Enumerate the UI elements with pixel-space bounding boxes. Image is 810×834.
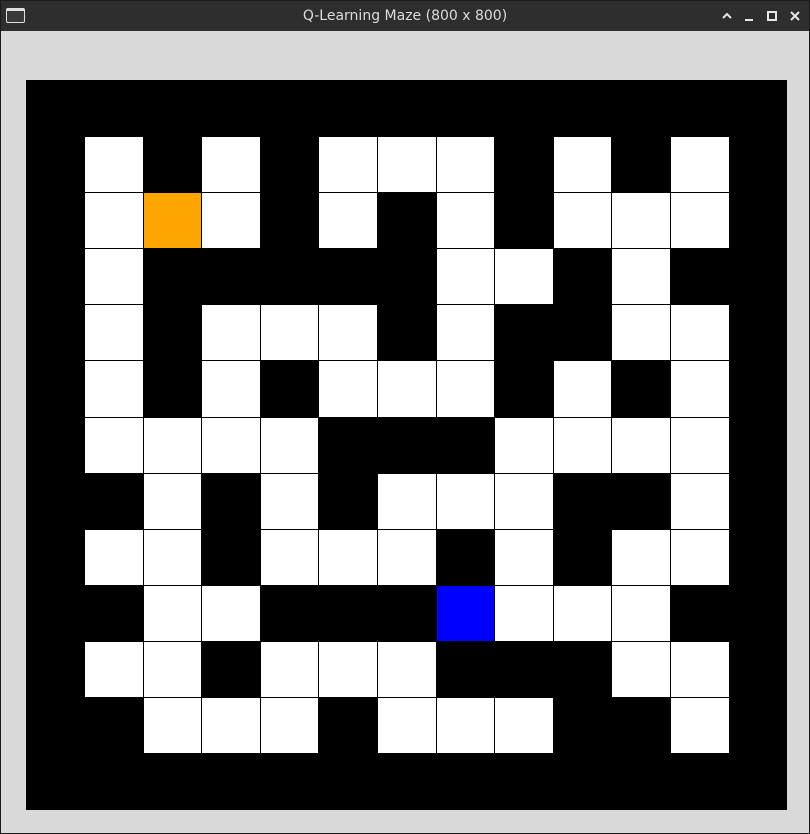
maze-cell: [670, 529, 730, 586]
shade-button[interactable]: [717, 6, 737, 26]
maze-cell: [611, 417, 671, 474]
maze-cell: [143, 417, 202, 474]
maze-cell: [201, 697, 261, 754]
maze-cell: [260, 417, 319, 474]
maze-cell: [670, 360, 730, 418]
maze-cell: [494, 248, 554, 305]
maze-cell: [260, 697, 319, 754]
close-button[interactable]: [785, 6, 805, 26]
maze-cell: [84, 529, 144, 586]
maze-cell: [377, 360, 437, 418]
maze-cell: [436, 192, 495, 249]
maze-cell: [84, 248, 144, 305]
maze-cell: [670, 417, 730, 474]
maze-cell: [553, 360, 612, 418]
maze-cell: [201, 192, 261, 249]
maze-cell: [670, 641, 730, 698]
maze-cell: [201, 136, 261, 193]
maze-cell: [436, 360, 495, 418]
goal-cell: [436, 585, 495, 642]
maze-cell: [260, 304, 319, 361]
maze-cell: [670, 136, 730, 193]
maze-cell: [260, 641, 319, 698]
maze-cell: [377, 136, 437, 193]
close-icon: [790, 11, 800, 21]
maze-cell: [611, 192, 671, 249]
minimize-icon: [745, 19, 753, 21]
maze-cell: [670, 473, 730, 530]
maze-cell: [670, 304, 730, 361]
maze-cell: [318, 360, 378, 418]
maze-cell: [84, 360, 144, 418]
maximize-button[interactable]: [762, 6, 782, 26]
maze-cell: [84, 417, 144, 474]
maze-cell: [201, 360, 261, 418]
maze-cell: [143, 641, 202, 698]
maze-cell: [553, 192, 612, 249]
maze-cell: [611, 529, 671, 586]
maze-cell: [611, 641, 671, 698]
maze-cell: [84, 192, 144, 249]
maze-cell: [670, 192, 730, 249]
maze-cell: [84, 304, 144, 361]
maze-cell: [611, 585, 671, 642]
maze-cell: [377, 473, 437, 530]
maze-cell: [611, 248, 671, 305]
maze-cell: [201, 304, 261, 361]
maze-cell: [318, 641, 378, 698]
maze-cell: [201, 417, 261, 474]
maze-cell: [436, 697, 495, 754]
agent-cell: [143, 192, 202, 249]
maze-cell: [494, 585, 554, 642]
window-title: Q-Learning Maze (800 x 800): [302, 8, 508, 24]
maze-cell: [436, 136, 495, 193]
maze-cell: [494, 529, 554, 586]
chevron-up-icon: [722, 12, 732, 19]
maze-cell: [143, 529, 202, 586]
maze-cell: [260, 473, 319, 530]
maze-cell: [553, 136, 612, 193]
maze-cell: [494, 417, 554, 474]
maze-cell: [611, 304, 671, 361]
maze-cell: [553, 417, 612, 474]
maze-cell: [143, 697, 202, 754]
maze-cell: [84, 641, 144, 698]
maze-cell: [84, 136, 144, 193]
maze-cell: [143, 585, 202, 642]
maze-cell: [436, 304, 495, 361]
maze-cell: [318, 136, 378, 193]
maze-cell: [377, 529, 437, 586]
maze-cell: [436, 248, 495, 305]
maze-cell: [318, 192, 378, 249]
maze-cell: [377, 697, 437, 754]
maze-cell: [494, 473, 554, 530]
maximize-icon: [767, 11, 777, 21]
minimize-button[interactable]: [739, 6, 759, 26]
title-bar[interactable]: Q-Learning Maze (800 x 800): [1, 1, 809, 31]
maze-cell: [670, 697, 730, 754]
maze-cell: [318, 529, 378, 586]
maze-cell: [436, 473, 495, 530]
maze-cell: [318, 304, 378, 361]
maze-cell: [494, 697, 554, 754]
maze-cell: [377, 641, 437, 698]
app-window: Q-Learning Maze (800 x 800): [0, 0, 810, 834]
maze-canvas: [26, 80, 787, 810]
maze-cell: [260, 529, 319, 586]
maze-cell: [201, 585, 261, 642]
maze-cell: [143, 473, 202, 530]
maze-cell: [553, 585, 612, 642]
